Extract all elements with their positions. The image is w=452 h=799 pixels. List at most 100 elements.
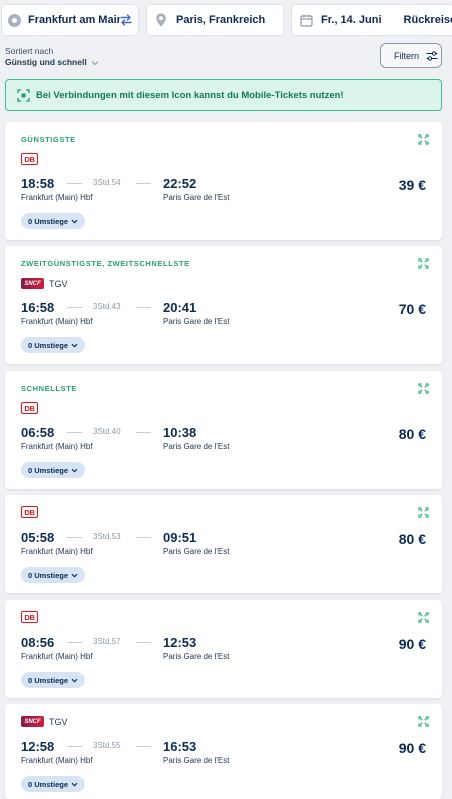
changes-label: 0 Umstiege xyxy=(28,675,69,685)
expand-icon[interactable] xyxy=(418,381,429,394)
duration-line xyxy=(67,537,82,538)
duration-line xyxy=(67,432,82,433)
arrival-time: 12:53 xyxy=(163,635,197,650)
arrival-station: Paris Gare de l'Est xyxy=(163,756,230,765)
arrival-station: Paris Gare de l'Est xyxy=(163,547,230,556)
sort-value: Günstig und schnell xyxy=(5,57,87,67)
duration-line xyxy=(136,307,151,308)
result-card[interactable]: GÜNSTIGSTE DB 18:58 3Std.54 22:52 Frankfurt (… xyxy=(5,122,442,240)
price: 90 € xyxy=(398,740,426,756)
price: 80 € xyxy=(398,531,426,547)
banner-text: Bei Verbindungen mit diesem Icon kannst … xyxy=(36,89,344,101)
duration-line xyxy=(136,183,151,184)
departure-station: Frankfurt (Main) Hbf xyxy=(21,756,93,765)
departure-time: 08:56 xyxy=(21,635,55,650)
return-trip-button[interactable]: Rückreise xyxy=(404,14,452,26)
filter-label: Filtern xyxy=(394,50,420,61)
departure-station: Frankfurt (Main) Hbf xyxy=(21,193,93,202)
departure-station: Frankfurt (Main) Hbf xyxy=(21,652,93,661)
expand-icon[interactable] xyxy=(418,714,429,727)
arrival-time: 16:53 xyxy=(163,739,197,754)
changes-dropdown[interactable]: 0 Umstiege xyxy=(21,462,86,478)
chevron-down-icon xyxy=(91,60,99,65)
filter-button[interactable]: Filtern xyxy=(380,43,442,68)
expand-icon[interactable] xyxy=(418,256,429,269)
changes-dropdown[interactable]: 0 Umstiege xyxy=(21,776,86,792)
price: 80 € xyxy=(398,426,426,442)
chevron-down-icon xyxy=(68,218,78,225)
db-logo-icon: DB xyxy=(21,506,38,518)
departure-station: Frankfurt (Main) Hbf xyxy=(21,442,93,451)
trip-duration: 3Std.40 xyxy=(93,427,121,436)
trip-duration: 3Std.53 xyxy=(93,532,121,541)
chevron-down-icon xyxy=(68,781,78,788)
result-badge: ZWEITGÜNSTIGSTE, ZWEITSCHNELLSTE xyxy=(21,259,190,268)
chevron-down-icon xyxy=(68,677,78,684)
arrival-time: 09:51 xyxy=(163,530,197,545)
chevron-down-icon xyxy=(68,467,78,474)
duration-line xyxy=(136,642,151,643)
duration-line xyxy=(67,183,82,184)
departure-time: 05:58 xyxy=(21,530,55,545)
changes-label: 0 Umstiege xyxy=(28,216,69,226)
duration-line xyxy=(67,642,82,643)
search-bar: Frankfurt am Main Paris, Frankreich Fr.,… xyxy=(0,0,452,40)
arrival-time: 20:41 xyxy=(163,300,197,315)
arrival-time: 10:38 xyxy=(163,425,197,440)
db-logo-icon: DB xyxy=(21,402,38,414)
swap-icon[interactable] xyxy=(119,13,133,27)
date-field[interactable]: Fr., 14. Juni Rückreise xyxy=(291,4,452,36)
changes-label: 0 Umstiege xyxy=(28,570,69,580)
from-field[interactable]: Frankfurt am Main xyxy=(1,4,139,36)
changes-label: 0 Umstiege xyxy=(28,779,69,789)
train-type-label: TGV xyxy=(49,279,68,289)
departure-station: Frankfurt (Main) Hbf xyxy=(21,317,93,326)
trip-duration: 3Std.43 xyxy=(93,302,121,311)
sort-label: Sortiert nach xyxy=(5,46,54,56)
sncf-logo-icon: SNCF xyxy=(21,716,44,727)
departure-time: 12:58 xyxy=(21,739,55,754)
departure-time: 06:58 xyxy=(21,425,55,440)
calendar-icon xyxy=(300,14,313,27)
changes-dropdown[interactable]: 0 Umstiege xyxy=(21,567,86,583)
result-badge: GÜNSTIGSTE xyxy=(21,135,76,144)
duration-line xyxy=(67,307,82,308)
sliders-icon xyxy=(426,50,438,61)
price: 70 € xyxy=(398,301,426,317)
result-card[interactable]: DB 05:58 3Std.53 09:51 Frankfurt (Main) Hbf P… xyxy=(5,495,442,593)
changes-dropdown[interactable]: 0 Umstiege xyxy=(21,213,86,229)
from-value: Frankfurt am Main xyxy=(28,14,120,26)
trip-duration: 3Std.55 xyxy=(93,741,121,750)
db-logo-icon: DB xyxy=(21,153,38,165)
changes-dropdown[interactable]: 0 Umstiege xyxy=(21,672,86,688)
chevron-down-icon xyxy=(68,572,78,579)
db-logo-icon: DB xyxy=(21,611,38,623)
changes-dropdown[interactable]: 0 Umstiege xyxy=(21,337,86,353)
expand-icon[interactable] xyxy=(418,505,429,518)
duration-line xyxy=(136,746,151,747)
result-card[interactable]: SNCF TGV 12:58 3Std.55 16:53 Frankfurt (Main)… xyxy=(5,704,442,799)
to-value: Paris, Frankreich xyxy=(176,14,266,26)
arrival-station: Paris Gare de l'Est xyxy=(163,652,230,661)
duration-line xyxy=(67,746,82,747)
price: 39 € xyxy=(398,177,426,193)
location-pin-icon xyxy=(156,13,166,27)
expand-icon[interactable] xyxy=(418,132,429,145)
arrival-time: 22:52 xyxy=(163,176,197,191)
sncf-logo-icon: SNCF xyxy=(21,278,44,289)
changes-label: 0 Umstiege xyxy=(28,465,69,475)
result-card[interactable]: SCHNELLSTE DB 06:58 3Std.40 10:38 Frankfurt (… xyxy=(5,371,442,489)
sort-selector[interactable]: Sortiert nach Günstig und schnell xyxy=(5,46,99,68)
arrival-station: Paris Gare de l'Est xyxy=(163,193,230,202)
price: 90 € xyxy=(398,636,426,652)
result-card[interactable]: ZWEITGÜNSTIGSTE, ZWEITSCHNELLSTE SNCF TGV 1… xyxy=(5,246,442,364)
departure-time: 16:58 xyxy=(21,300,55,315)
result-badge: SCHNELLSTE xyxy=(21,384,78,393)
departure-time: 18:58 xyxy=(21,176,55,191)
to-field[interactable]: Paris, Frankreich xyxy=(146,4,284,36)
changes-label: 0 Umstiege xyxy=(28,340,69,350)
expand-icon[interactable] xyxy=(418,610,429,623)
result-card[interactable]: DB 08:56 3Std.57 12:53 Frankfurt (Main) Hbf P… xyxy=(5,600,442,698)
train-type-label: TGV xyxy=(49,717,68,727)
arrival-station: Paris Gare de l'Est xyxy=(163,317,230,326)
